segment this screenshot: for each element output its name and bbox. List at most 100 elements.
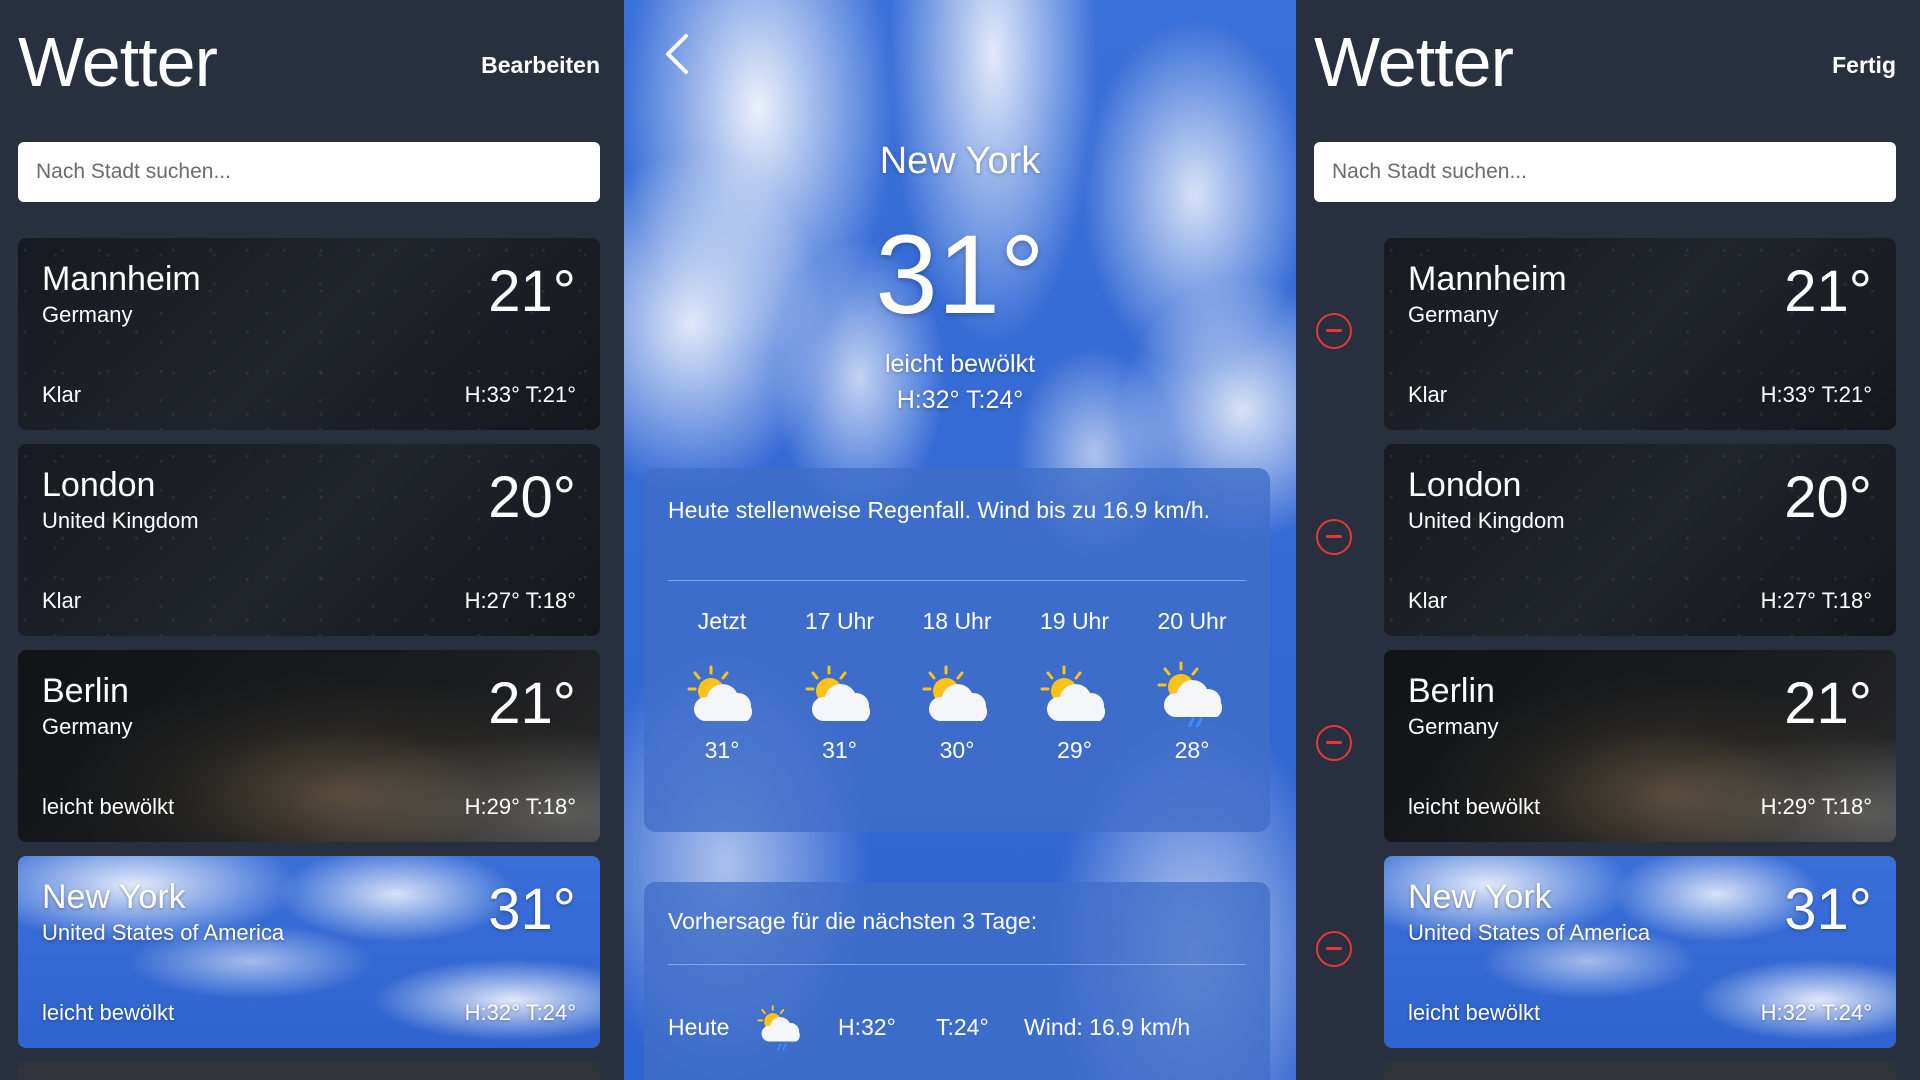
city-condition: Klar <box>42 382 82 407</box>
country-name: United Kingdom <box>1408 508 1565 533</box>
city-name: New York <box>42 878 186 916</box>
country-name: Germany <box>1408 714 1499 739</box>
hourly-list[interactable]: Jetzt 31° 17 Uhr 31° 18 Uhr 30° 19 Uhr 2… <box>668 608 1246 764</box>
city-temp: 20° <box>488 465 576 530</box>
country-name: Germany <box>1408 302 1499 327</box>
divider <box>668 964 1246 965</box>
city-high-low: H:32° T:24° <box>1760 1000 1872 1025</box>
remove-city-icon[interactable] <box>1316 725 1352 761</box>
hour-item: 17 Uhr 31° <box>794 608 886 764</box>
forecast-wind: Wind: 16.9 km/h <box>1024 1013 1191 1040</box>
partly-cloudy-icon <box>922 665 989 723</box>
search-input[interactable] <box>18 142 600 202</box>
forecast-day: Heute <box>668 1013 730 1040</box>
city-list-edit-panel: Wetter Fertig Mannheim Germany 21° Klar … <box>1296 0 1920 1080</box>
hour-temp: 30° <box>939 737 975 763</box>
city-temp: 21° <box>1784 259 1872 324</box>
page-title: Wetter <box>1314 23 1514 101</box>
hour-label: 18 Uhr <box>922 608 992 634</box>
city-list-panel: Wetter Bearbeiten Mannheim Germany 21° K… <box>0 0 624 1080</box>
city-temp: 21° <box>1784 671 1872 736</box>
city-card-mannheim[interactable]: Mannheim Germany 21° Klar H:33° T:21° <box>18 238 600 430</box>
detail-temperature: 31° <box>875 212 1045 337</box>
detail-city-name: New York <box>879 140 1041 182</box>
city-condition: Klar <box>1408 588 1448 613</box>
city-high-low: H:27° T:18° <box>1760 588 1872 613</box>
partly-cloudy-rain-icon <box>757 1004 801 1051</box>
back-chevron-icon[interactable] <box>660 30 696 78</box>
hourly-forecast-box: Heute stellenweise Regenfall. Wind bis z… <box>644 468 1270 832</box>
city-condition: Klar <box>1408 382 1448 407</box>
city-temp: 21° <box>488 671 576 736</box>
forecast-row: Heute H:32° T:24° Wind: 16.9 km/h <box>668 1002 1246 1052</box>
remove-city-icon[interactable] <box>1316 931 1352 967</box>
partly-cloudy-icon <box>1040 665 1107 723</box>
country-name: Germany <box>42 714 133 739</box>
city-temp: 21° <box>488 259 576 324</box>
city-high-low: H:29° T:18° <box>1760 794 1872 819</box>
city-card-london[interactable]: London United Kingdom 20° Klar H:27° T:1… <box>18 444 600 636</box>
city-condition: leicht bewölkt <box>42 794 175 819</box>
city-name: London <box>42 466 156 504</box>
hour-item: Jetzt 31° <box>676 608 768 764</box>
city-card-new-york[interactable]: New York United States of America 31° le… <box>18 856 600 1048</box>
divider <box>668 580 1246 581</box>
city-temp: 31° <box>1784 877 1872 942</box>
daily-summary: Heute stellenweise Regenfall. Wind bis z… <box>668 497 1211 523</box>
partly-cloudy-rain-icon <box>1157 661 1224 727</box>
city-card-berlin[interactable]: Berlin Germany 21° leicht bewölkt H:29° … <box>18 650 600 842</box>
hour-label: Jetzt <box>697 608 747 634</box>
remove-city-icon[interactable] <box>1316 313 1352 349</box>
city-high-low: H:32° T:24° <box>464 1000 576 1025</box>
hour-label: 19 Uhr <box>1039 608 1110 634</box>
forecast-high: H:32° <box>838 1013 896 1040</box>
city-card-new-york[interactable]: New York United States of America 31° le… <box>1384 856 1896 1048</box>
page-title: Wetter <box>18 23 218 101</box>
done-button[interactable]: Fertig <box>1832 52 1896 79</box>
hour-item: 19 Uhr 29° <box>1029 608 1121 764</box>
city-high-low: H:33° T:21° <box>464 382 576 407</box>
city-card-berlin[interactable]: Berlin Germany 21° leicht bewölkt H:29° … <box>1384 650 1896 842</box>
list-header: Wetter Fertig <box>1314 22 1896 102</box>
city-high-low: H:29° T:18° <box>464 794 576 819</box>
city-list: Mannheim Germany 21° Klar H:33° T:21° Lo… <box>18 238 600 1080</box>
hour-label: 20 Uhr <box>1157 608 1227 634</box>
city-card-london[interactable]: London United Kingdom 20° Klar H:27° T:1… <box>1384 444 1896 636</box>
search-input[interactable] <box>1314 142 1896 202</box>
city-temp: 20° <box>1784 465 1872 530</box>
city-condition: leicht bewölkt <box>1408 794 1541 819</box>
detail-condition: leicht bewölkt <box>884 350 1036 378</box>
forecast-low: T:24° <box>936 1013 989 1040</box>
city-name: London <box>1408 466 1522 504</box>
country-name: United States of America <box>42 920 285 945</box>
city-condition: leicht bewölkt <box>42 1000 175 1025</box>
partly-cloudy-icon <box>805 665 872 723</box>
city-condition: leicht bewölkt <box>1408 1000 1541 1025</box>
city-card-partial[interactable] <box>1384 1062 1896 1080</box>
city-name: Mannheim <box>42 260 201 298</box>
country-name: Germany <box>42 302 133 327</box>
list-header: Wetter Bearbeiten <box>18 22 600 102</box>
city-high-low: H:27° T:18° <box>464 588 576 613</box>
city-list: Mannheim Germany 21° Klar H:33° T:21° Lo… <box>1384 238 1896 1080</box>
city-detail-panel: New York 31° leicht bewölkt H:32° T:24° … <box>624 0 1296 1080</box>
city-card-partial[interactable] <box>18 1062 600 1080</box>
remove-city-icon[interactable] <box>1316 519 1352 555</box>
country-name: United States of America <box>1408 920 1651 945</box>
hour-label: 17 Uhr <box>804 608 875 634</box>
detail-high-low: H:32° T:24° <box>896 386 1024 414</box>
country-name: United Kingdom <box>42 508 199 533</box>
city-high-low: H:33° T:21° <box>1760 382 1872 407</box>
edit-button[interactable]: Bearbeiten <box>481 52 600 79</box>
city-card-mannheim[interactable]: Mannheim Germany 21° Klar H:33° T:21° <box>1384 238 1896 430</box>
hour-temp: 28° <box>1174 737 1210 763</box>
three-day-forecast-box: Vorhersage für die nächsten 3 Tage: Heut… <box>644 882 1270 1080</box>
hour-item: 20 Uhr 28° <box>1146 608 1238 764</box>
hour-temp: 31° <box>704 737 740 763</box>
hour-temp: 31° <box>822 737 857 763</box>
city-condition: Klar <box>42 588 82 613</box>
city-name: New York <box>1408 878 1552 916</box>
partly-cloudy-icon <box>687 665 754 723</box>
city-name: Berlin <box>1408 672 1495 710</box>
city-name: Mannheim <box>1408 260 1567 298</box>
